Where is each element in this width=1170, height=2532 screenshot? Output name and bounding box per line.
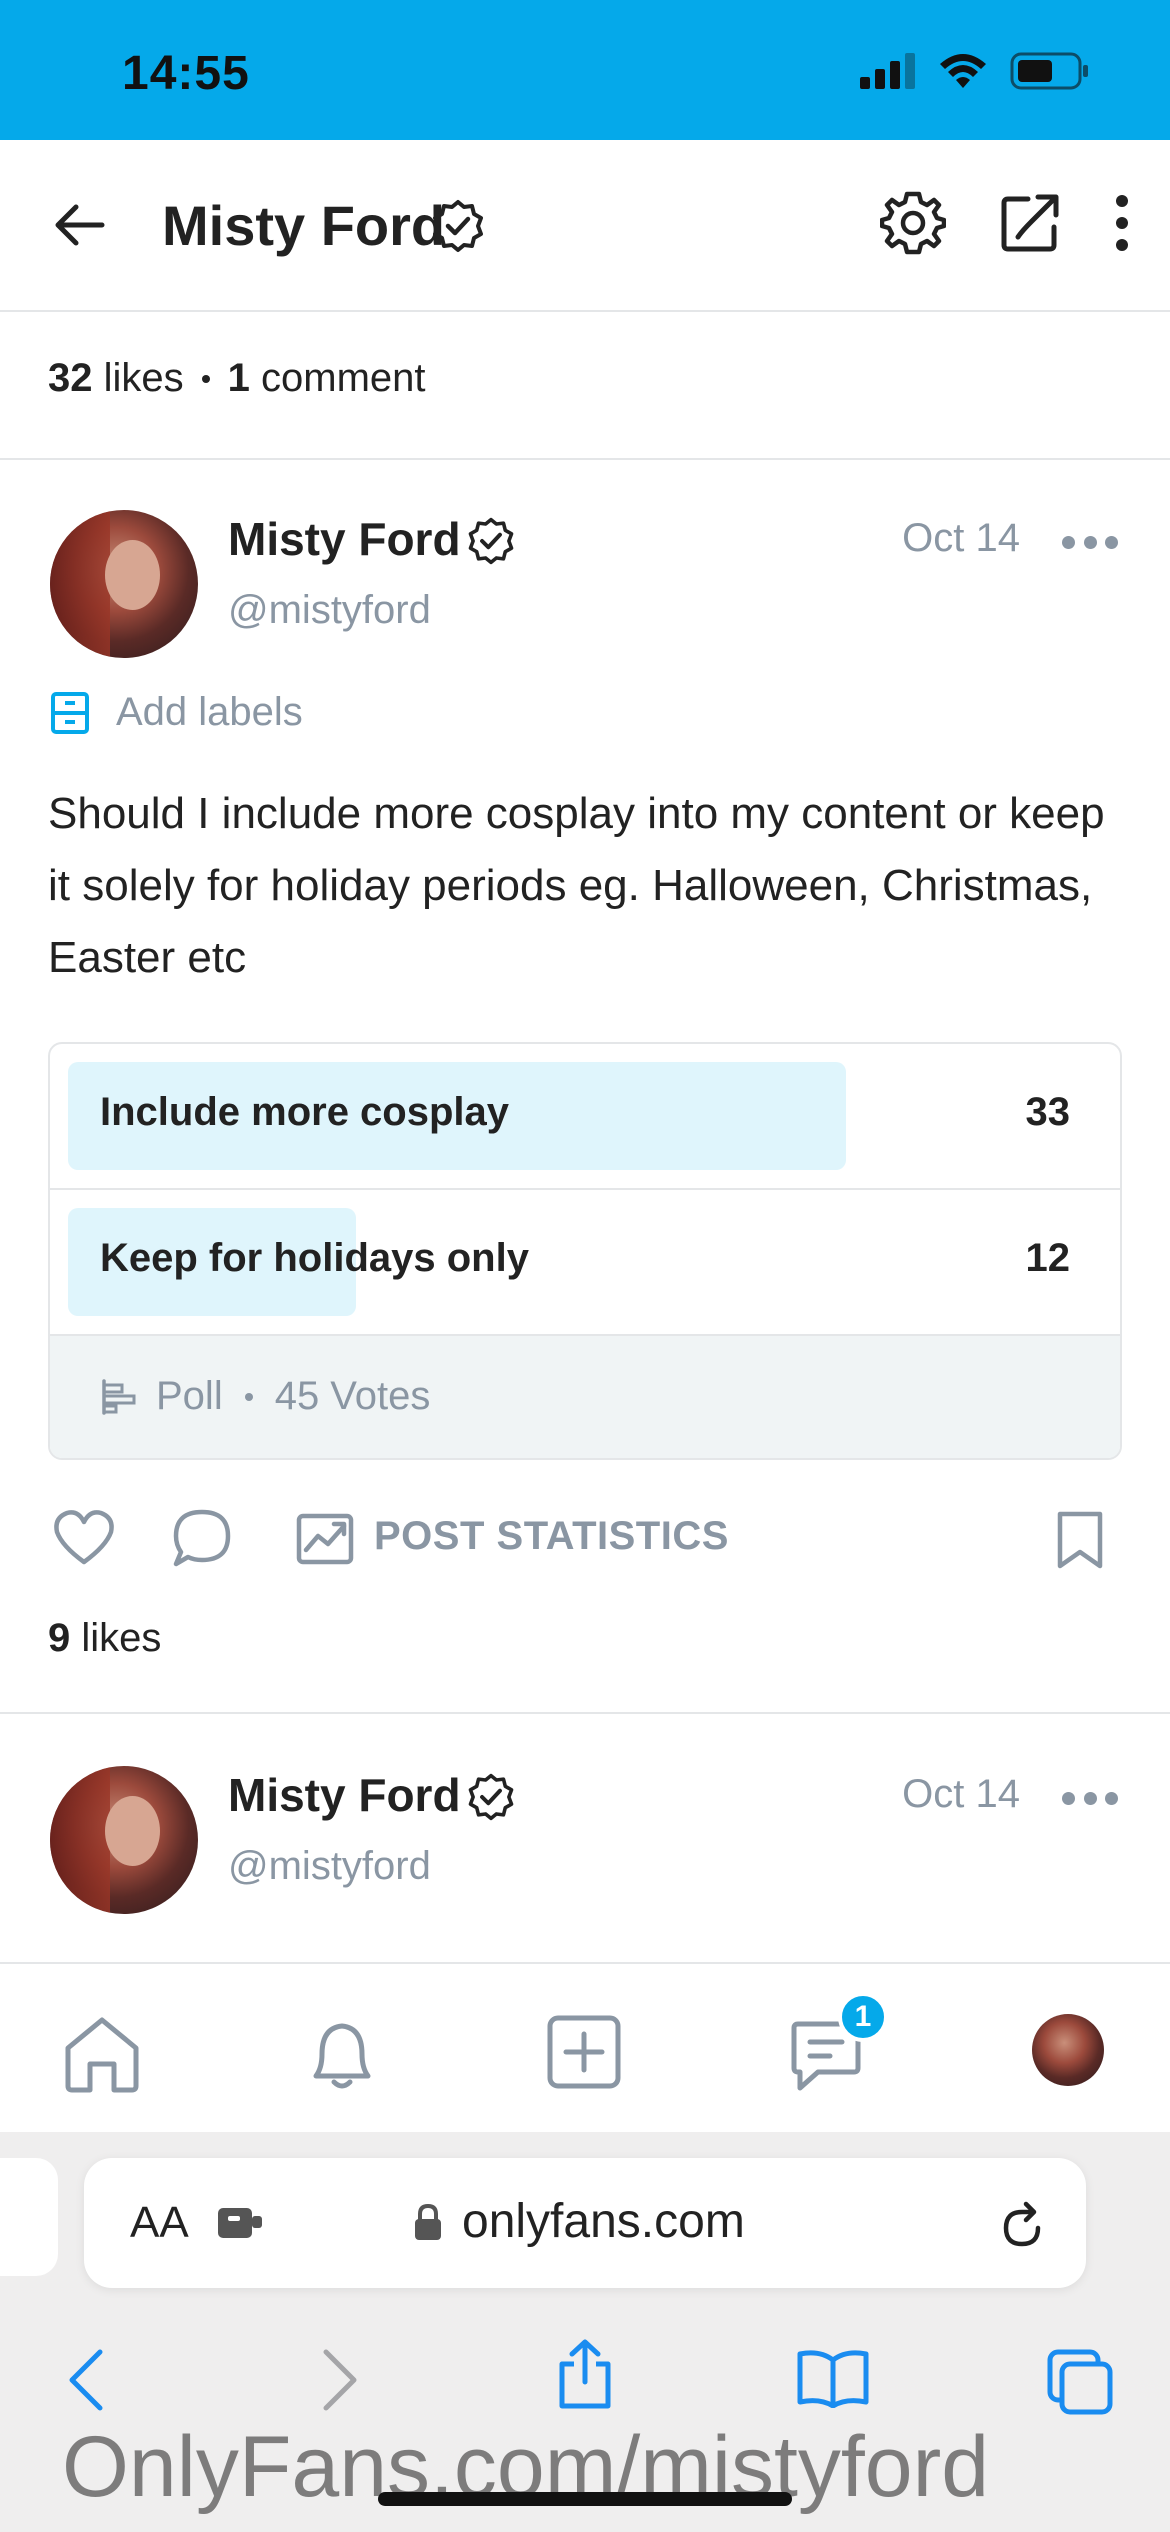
settings-gear-icon[interactable] (880, 190, 946, 256)
status-icons (860, 52, 1090, 90)
label-icon (51, 691, 89, 734)
add-labels-button[interactable]: Add labels (50, 690, 303, 735)
poll-type-label: Poll (156, 1374, 223, 1418)
post-more-icon[interactable] (1062, 1788, 1118, 1808)
post-actions: POST STATISTICS (48, 1502, 1122, 1582)
messages-button[interactable]: 1 (788, 1992, 888, 2094)
bookmark-icon[interactable] (1054, 1510, 1106, 1570)
lock-icon (415, 2203, 441, 2240)
summary-text: 32 likes 1 comment (48, 356, 426, 401)
browser-toolbar (0, 2328, 1170, 2428)
previous-tab[interactable] (0, 2158, 58, 2276)
verified-badge-icon (433, 200, 483, 252)
poll-option-label: Keep for holidays only (100, 1236, 529, 1280)
avatar[interactable] (50, 1766, 198, 1914)
poll-option[interactable]: Include more cosplay 33 (50, 1044, 1120, 1190)
back-arrow-icon[interactable] (50, 195, 110, 255)
post-summary: 32 likes 1 comment (0, 312, 1170, 460)
add-labels-label: Add labels (116, 690, 303, 734)
forward-chevron-icon[interactable] (320, 2348, 360, 2412)
summary-likes-count: 32 (48, 356, 93, 400)
poll-option-label: Include more cosplay (100, 1090, 510, 1134)
avatar[interactable] (50, 510, 198, 658)
poll-option-count: 33 (1025, 1090, 1071, 1134)
address-bar[interactable]: AA onlyfans.com (84, 2158, 1086, 2288)
back-chevron-icon[interactable] (66, 2348, 106, 2412)
author-name[interactable]: Misty Ford (228, 512, 461, 566)
app-header: Misty Ford (0, 140, 1170, 312)
poll-footer: Poll 45 Votes (50, 1336, 1120, 1458)
extension-icon[interactable] (214, 2202, 266, 2242)
profile-avatar[interactable] (1032, 2014, 1104, 2086)
browser-share-icon[interactable] (554, 2338, 616, 2410)
author-handle[interactable]: @mistyford (228, 1844, 431, 1889)
notifications-bell-icon[interactable] (302, 2014, 382, 2094)
status-time: 14:55 (122, 47, 250, 100)
more-vertical-icon[interactable] (1114, 195, 1130, 251)
cellular-signal-icon (860, 53, 915, 89)
poll-total-votes: 45 Votes (274, 1374, 431, 1418)
tabs-icon[interactable] (1046, 2348, 1114, 2416)
verified-badge-icon (468, 517, 514, 565)
home-indicator[interactable] (378, 2492, 792, 2506)
poll-option-count: 12 (1025, 1236, 1071, 1280)
reader-mode-button[interactable]: AA (130, 2198, 189, 2248)
comment-bubble-icon[interactable] (172, 1508, 232, 1568)
post-date[interactable]: Oct 14 (902, 1772, 1020, 1817)
status-bar: 14:55 (0, 0, 1170, 140)
post-date[interactable]: Oct 14 (902, 516, 1020, 561)
add-post-icon[interactable] (546, 2014, 622, 2090)
summary-likes-label: likes (103, 356, 184, 400)
battery-icon (1010, 52, 1088, 90)
bookmarks-book-icon[interactable] (796, 2348, 870, 2408)
url-text[interactable]: onlyfans.com (462, 2194, 745, 2249)
poll: Include more cosplay 33 Keep for holiday… (48, 1042, 1122, 1460)
post-more-icon[interactable] (1062, 532, 1118, 552)
summary-comments-label: comment (261, 356, 426, 400)
header-actions (880, 190, 1130, 256)
messages-badge: 1 (838, 1992, 888, 2042)
statistics-chart-icon[interactable] (296, 1510, 354, 1566)
author-name[interactable]: Misty Ford (228, 1768, 461, 1822)
divider (0, 1712, 1170, 1714)
like-heart-icon[interactable] (52, 1508, 116, 1568)
poll-option[interactable]: Keep for holidays only 12 (50, 1190, 1120, 1336)
home-icon[interactable] (60, 2014, 144, 2094)
post-likes: 9 likes (48, 1616, 161, 1661)
poll-icon (102, 1378, 136, 1415)
post-likes-count: 9 (48, 1616, 71, 1660)
bottom-nav: 1 (0, 1962, 1170, 2132)
reload-icon[interactable] (998, 2198, 1046, 2250)
separator-dot (201, 375, 210, 383)
post-text: Should I include more cosplay into my co… (48, 789, 1105, 982)
verified-badge-icon (468, 1773, 514, 1821)
author-handle[interactable]: @mistyford (228, 588, 431, 633)
page-title: Misty Ford (162, 194, 446, 257)
separator-dot (244, 1392, 253, 1401)
post-likes-label: likes (81, 1616, 162, 1660)
share-icon[interactable] (998, 191, 1062, 255)
post-statistics-button[interactable]: POST STATISTICS (374, 1514, 729, 1559)
summary-comments-count: 1 (227, 356, 250, 400)
wifi-icon (940, 54, 986, 88)
